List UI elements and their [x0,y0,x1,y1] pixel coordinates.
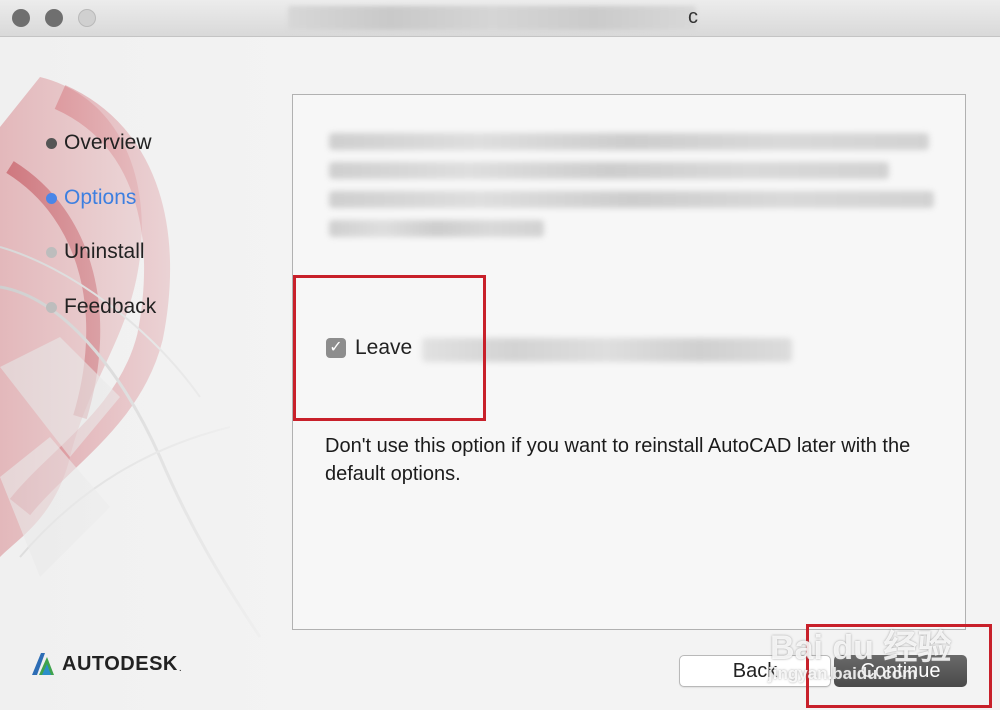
installer-window: c Overview Options Uninstall Feedback AU… [0,0,1000,710]
step-label: Options [64,186,137,209]
step-feedback: Feedback [46,295,156,319]
step-bullet [46,301,57,313]
description-blurred [329,133,935,249]
window-title-blurred [288,6,696,30]
minimize-icon[interactable] [45,9,63,27]
brand-name: AUTODESK [62,652,178,675]
step-uninstall: Uninstall [46,240,145,264]
brand-registered: . [178,662,182,674]
step-bullet [46,137,57,149]
sidebar: Overview Options Uninstall Feedback AUTO… [0,37,292,710]
step-overview: Overview [46,131,152,155]
autodesk-logo-icon [32,653,54,675]
step-label: Feedback [64,295,157,318]
watermark-logo: Bai du 经验 [770,629,952,667]
step-bullet [46,246,57,258]
window-title-tail: c [688,6,698,28]
highlight-box-checkbox [293,275,486,421]
close-icon[interactable] [12,9,30,27]
option-note: Don't use this option if you want to rei… [325,435,911,485]
zoom-icon[interactable] [78,9,96,27]
step-label: Uninstall [64,240,145,263]
watermark-url: jingyan.baidu.com [768,664,918,683]
step-label: Overview [64,131,152,154]
step-options: Options [46,186,136,210]
title-bar: c [0,0,1000,37]
step-bullet [46,192,57,204]
autodesk-logo: AUTODESK . [30,651,182,677]
